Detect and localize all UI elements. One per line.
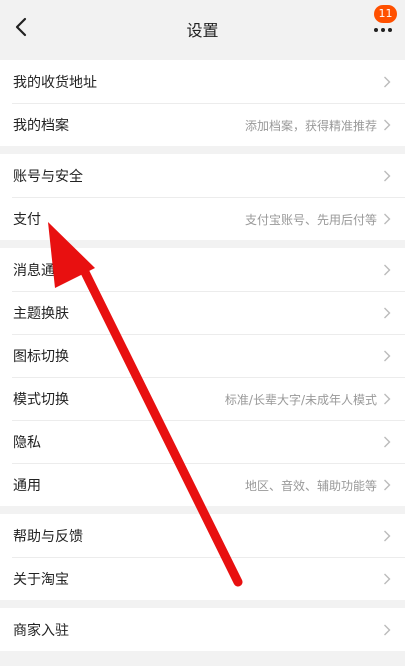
chevron-right-icon	[384, 393, 391, 405]
settings-group-preferences: 消息通知 主题换肤 图标切换 模式切换 标准/长辈大字/未成年人模式 隐私 通用…	[0, 248, 405, 506]
item-label: 主题换肤	[13, 306, 69, 322]
chevron-right-icon	[384, 264, 391, 276]
notification-badge: 11	[374, 5, 397, 23]
settings-item-help-feedback[interactable]: 帮助与反馈	[0, 514, 405, 557]
chevron-right-icon	[384, 76, 391, 88]
item-hint: 支付宝账号、先用后付等	[244, 213, 377, 227]
chevron-right-icon	[384, 213, 391, 225]
settings-group-help: 帮助与反馈 关于淘宝	[0, 514, 405, 600]
item-label: 商家入驻	[13, 623, 69, 639]
settings-item-privacy[interactable]: 隐私	[0, 420, 405, 463]
item-label: 图标切换	[13, 349, 69, 365]
settings-item-account-security[interactable]: 账号与安全	[0, 154, 405, 197]
item-hint: 地区、音效、辅助功能等	[244, 479, 377, 493]
chevron-right-icon	[384, 350, 391, 362]
item-label: 消息通知	[13, 263, 69, 279]
item-label: 隐私	[13, 435, 41, 451]
chevron-right-icon	[384, 119, 391, 131]
item-label: 模式切换	[13, 392, 69, 408]
settings-item-notifications[interactable]: 消息通知	[0, 248, 405, 291]
settings-item-about[interactable]: 关于淘宝	[0, 557, 405, 600]
page-title: 设置	[186, 21, 219, 40]
header-bar: 设置 11	[0, 0, 405, 54]
item-hint: 标准/长辈大字/未成年人模式	[224, 393, 377, 407]
chevron-right-icon	[384, 624, 391, 636]
settings-item-shipping-address[interactable]: 我的收货地址	[0, 60, 405, 103]
chevron-right-icon	[384, 479, 391, 491]
chevron-right-icon	[384, 436, 391, 448]
chevron-right-icon	[384, 573, 391, 585]
settings-group-merchant: 商家入驻	[0, 608, 405, 651]
item-label: 账号与安全	[13, 169, 83, 185]
settings-item-general[interactable]: 通用 地区、音效、辅助功能等	[0, 463, 405, 506]
item-label: 支付	[13, 212, 41, 228]
item-label: 我的收货地址	[13, 75, 97, 91]
item-hint: 添加档案，获得精准推荐	[244, 119, 377, 133]
settings-item-my-profile[interactable]: 我的档案 添加档案，获得精准推荐	[0, 103, 405, 146]
settings-item-mode-switch[interactable]: 模式切换 标准/长辈大字/未成年人模式	[0, 377, 405, 420]
item-label: 帮助与反馈	[13, 529, 83, 545]
settings-item-icon-switch[interactable]: 图标切换	[0, 334, 405, 377]
chevron-right-icon	[384, 530, 391, 542]
settings-item-merchant-join[interactable]: 商家入驻	[0, 608, 405, 651]
settings-group-profile: 我的收货地址 我的档案 添加档案，获得精准推荐	[0, 60, 405, 146]
more-dots-icon[interactable]	[370, 22, 398, 38]
item-label: 我的档案	[13, 118, 69, 134]
chevron-right-icon	[384, 170, 391, 182]
item-label: 通用	[13, 478, 41, 494]
settings-item-payment[interactable]: 支付 支付宝账号、先用后付等	[0, 197, 405, 240]
settings-item-theme[interactable]: 主题换肤	[0, 291, 405, 334]
chevron-right-icon	[384, 307, 391, 319]
settings-group-account: 账号与安全 支付 支付宝账号、先用后付等	[0, 154, 405, 240]
item-label: 关于淘宝	[13, 572, 69, 588]
